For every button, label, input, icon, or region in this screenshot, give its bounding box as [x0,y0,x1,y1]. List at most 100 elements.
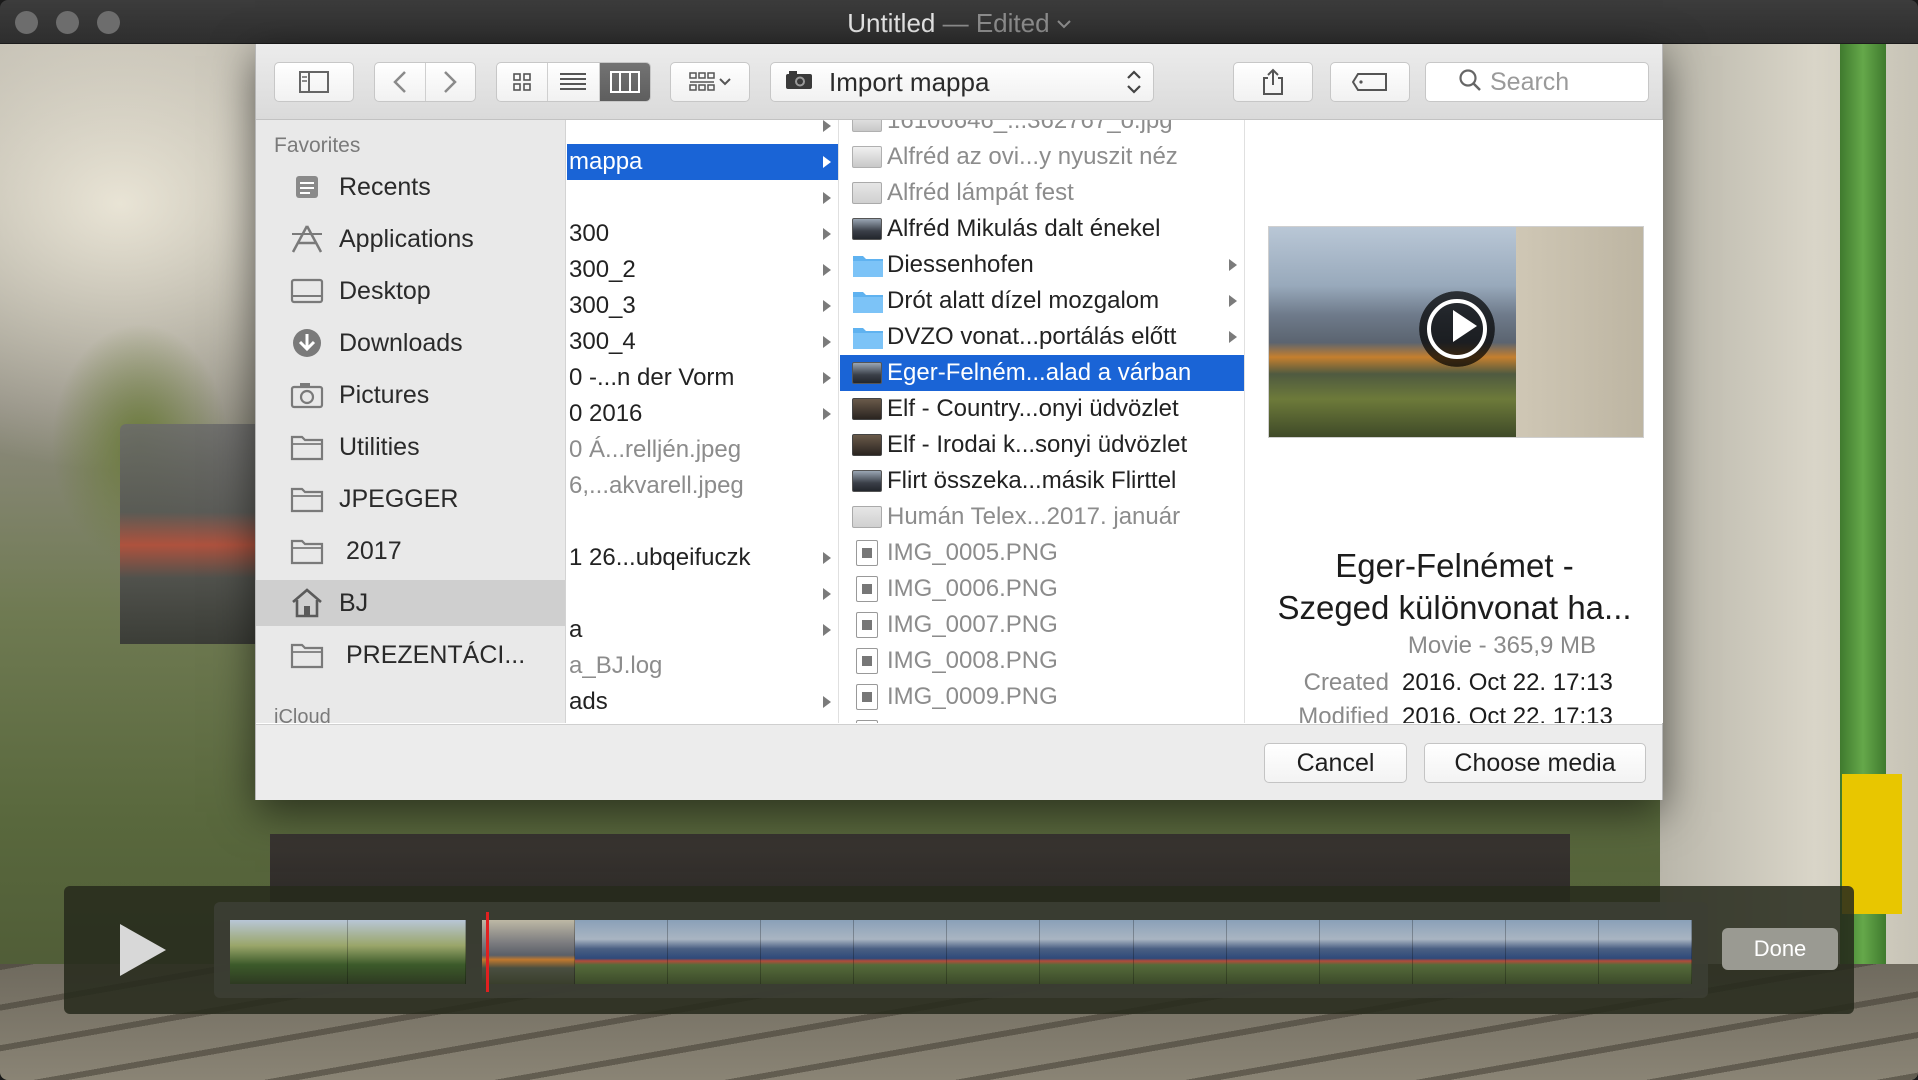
playhead[interactable] [486,912,489,992]
file-row[interactable]: Alfréd Mikulás dalt énekel [840,211,1244,247]
title-bar[interactable]: Untitled — Edited [0,0,1918,44]
image-file-icon [856,540,878,566]
sidebar-item-2017[interactable]: 2017 [256,528,565,574]
filmstrip[interactable] [214,902,1708,998]
file-row-label: Elf - Irodai k...sonyi üdvözlet [887,431,1188,458]
column-row-label: mappa [569,148,643,175]
file-row[interactable]: Elf - Country...onyi üdvözlet [840,391,1244,427]
column-row-label: 300 [569,220,610,247]
column-row[interactable]: 0 2016 [567,396,838,432]
sidebar: Favorites Recents Applications Desktop D… [256,120,566,723]
file-row[interactable]: IMG_0006.PNG [840,571,1244,607]
sidebar-item-downloads[interactable]: Downloads [256,320,565,366]
file-row[interactable]: IMG_0010.PNG [840,715,1244,723]
location-popup[interactable]: Import mappa [770,62,1154,102]
file-row[interactable]: Eger-Felném...alad a várban [840,355,1244,391]
file-row[interactable]: IMG_0007.PNG [840,607,1244,643]
column-row[interactable]: 0 -...n der Vorm [567,360,838,396]
column-row[interactable]: mappa [567,144,838,180]
window-title[interactable]: Untitled — Edited [0,8,1918,39]
disclosure-arrow-icon [1229,259,1237,271]
column-row[interactable] [567,504,838,540]
sidebar-item-bj[interactable]: BJ [256,580,565,626]
forward-icon [443,70,458,94]
folder-icon [852,254,883,277]
forward-button[interactable] [426,63,476,101]
file-row[interactable]: Flirt összeka...másik Flirttel [840,463,1244,499]
play-icon[interactable] [1453,310,1477,342]
image-file-icon [856,648,878,674]
folder-icon [289,637,325,673]
tag-button[interactable] [1330,62,1410,102]
column-view-button[interactable] [599,63,650,101]
search-input[interactable] [1490,67,1640,97]
file-row-label: Alfréd lámpát fest [887,179,1074,206]
sidebar-item-desktop[interactable]: Desktop [256,268,565,314]
column-row[interactable]: 300 [567,216,838,252]
disclosure-arrow-icon [823,372,831,384]
done-button[interactable]: Done [1722,928,1838,970]
column-row[interactable]: a [567,612,838,648]
file-row[interactable]: Elf - Irodai k...sonyi üdvözlet [840,427,1244,463]
sidebar-toggle-button[interactable] [274,62,354,102]
file-row[interactable]: Humán Telex...2017. január [840,499,1244,535]
preview-thumbnail[interactable] [1268,226,1644,438]
file-row[interactable]: IMG_0005.PNG [840,535,1244,571]
search-field[interactable] [1425,62,1649,102]
file-row[interactable]: 16106646_...362767_o.jpg [840,120,1244,139]
column-row[interactable]: 300_4 [567,324,838,360]
sidebar-item-jpegger[interactable]: JPEGGER [256,476,565,522]
file-row[interactable]: Drót alatt dízel mozgalom [840,283,1244,319]
preview-created-label: Created [1303,669,1389,696]
choose-media-button[interactable]: Choose media [1424,743,1646,783]
view-mode-control[interactable] [496,62,651,102]
file-thumbnail-icon [852,434,882,456]
group-by-button[interactable] [670,62,750,102]
file-row[interactable]: IMG_0009.PNG [840,679,1244,715]
browser-column-files: 16106646_...362767_o.jpg Alfréd az ovi...… [840,120,1245,723]
disclosure-arrow-icon [823,624,831,636]
back-forward-control[interactable] [374,62,476,102]
sidebar-item-prezentaci[interactable]: PREZENTÁCI... [256,632,565,678]
open-media-panel: Import mappa Favorites Recents [255,44,1663,800]
filmstrip-frame [482,920,576,984]
file-row[interactable]: IMG_0008.PNG [840,643,1244,679]
cancel-button[interactable]: Cancel [1264,743,1407,783]
column-row[interactable]: a_BJ.log [567,648,838,684]
file-row[interactable]: Diessenhofen [840,247,1244,283]
play-icon[interactable] [120,924,166,976]
column-row[interactable] [567,576,838,612]
list-view-button[interactable] [548,63,600,101]
filmstrip-segment-2[interactable] [482,920,1693,984]
window-title-status: Edited [975,8,1050,38]
file-thumbnail-icon [852,182,882,204]
column-row[interactable] [567,120,838,144]
applications-icon [289,221,325,257]
column-row[interactable] [567,180,838,216]
sidebar-item-utilities[interactable]: Utilities [256,424,565,470]
column-row-label: a [569,616,583,643]
file-row-label: 16106646_...362767_o.jpg [887,120,1173,134]
column-row[interactable]: 1 26...ubqeifuczk [567,540,838,576]
column-row[interactable]: 6,...akvarell.jpeg [567,468,838,504]
column-row[interactable]: 0 Á...relljén.jpeg [567,432,838,468]
disclosure-arrow-icon [1229,331,1237,343]
file-row[interactable]: DVZO vonat...portálás előtt [840,319,1244,355]
sidebar-item-label: Utilities [339,432,420,461]
file-row[interactable]: Alfréd az ovi...y nyuszit néz [840,139,1244,175]
icon-view-button[interactable] [497,63,549,101]
share-button[interactable] [1233,62,1313,102]
disclosure-arrow-icon [1229,295,1237,307]
sidebar-item-pictures[interactable]: Pictures [256,372,565,418]
chevron-down-icon[interactable] [1057,16,1071,33]
sidebar-item-applications[interactable]: Applications [256,216,565,262]
column-row[interactable]: 300_2 [567,252,838,288]
preview-created-value: 2016. Oct 22. 17:13 [1402,669,1613,696]
column-row[interactable]: 300_3 [567,288,838,324]
file-row-label: IMG_0008.PNG [887,647,1058,674]
sidebar-item-recents[interactable]: Recents [256,164,565,210]
file-row[interactable]: Alfréd lámpát fest [840,175,1244,211]
column-row[interactable]: ads [567,684,838,720]
filmstrip-segment-1[interactable] [230,920,466,984]
back-button[interactable] [375,63,426,101]
